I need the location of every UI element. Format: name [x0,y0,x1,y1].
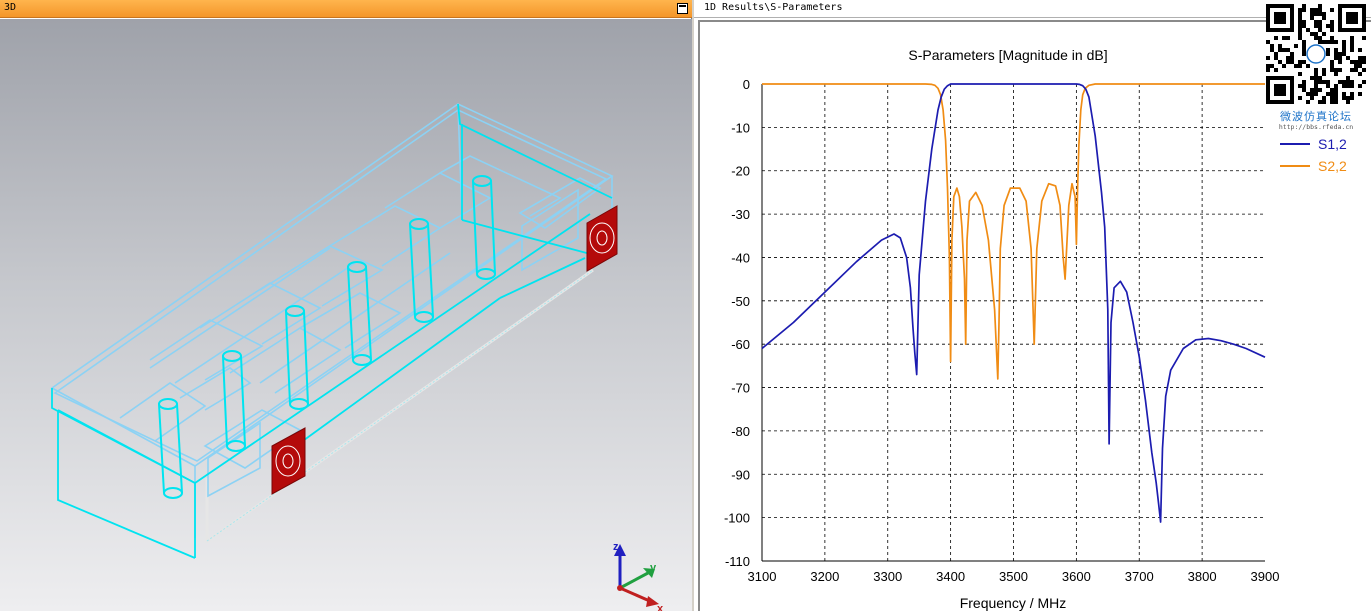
maximize-icon[interactable] [677,3,688,14]
x-tick-label: 3800 [1188,569,1217,584]
3d-view-window[interactable]: 3D z y x [0,0,692,611]
3d-window-titlebar[interactable]: 3D [0,0,692,18]
3d-viewport[interactable]: z y x [0,19,692,611]
y-tick-label: -20 [731,164,750,179]
y-tick-label: -30 [731,207,750,222]
x-tick-label: 3900 [1251,569,1280,584]
y-tick-label: -60 [731,337,750,352]
qr-code-icon [1266,4,1366,104]
chart-grid [761,84,1265,562]
y-tick-label: -10 [731,120,750,135]
3d-window-title: 3D [4,2,17,13]
x-tick-label: 3300 [873,569,902,584]
y-tick-label: -110 [725,554,750,569]
port-2-icon[interactable] [586,205,618,272]
chart-ticks: 3100 3200 3300 3400 3500 3600 3700 3800 3900 0 -10… [724,77,1279,584]
y-tick-label: 0 [743,77,750,92]
legend-label[interactable]: S2,2 [1318,158,1347,174]
y-tick-label: -50 [731,294,750,309]
port-icon[interactable] [271,427,306,495]
watermark: 微波仿真论坛 http://bbs.rfeda.cn [1266,4,1366,132]
1d-window-title: 1D Results\S-Parameters [704,2,843,13]
chart-title: S-Parameters [Magnitude in dB] [908,47,1107,63]
axis-triad-icon: z y x [613,541,664,611]
watermark-name: 微波仿真论坛 [1280,110,1352,123]
x-tick-label: 3500 [999,569,1028,584]
x-tick-label: 3100 [748,569,777,584]
chart-legend[interactable]: S1,2 S2,2 [1280,136,1347,174]
enclosure-bright-edges [51,103,613,559]
x-tick-label: 3400 [936,569,965,584]
y-tick-label: -40 [731,250,750,265]
filter-3d-model[interactable]: z y x [0,19,692,611]
chart-xlabel: Frequency / MHz [960,595,1067,611]
y-tick-label: -70 [731,381,750,396]
axis-z-label: z [613,541,619,553]
x-tick-label: 3600 [1062,569,1091,584]
x-tick-label: 3700 [1125,569,1154,584]
y-tick-label: -100 [724,511,750,526]
enclosure-wireframe [50,103,614,538]
legend-label[interactable]: S1,2 [1318,136,1347,152]
x-tick-label: 3200 [810,569,839,584]
axis-x-label: x [657,603,664,611]
y-tick-label: -80 [731,424,750,439]
axis-y-label: y [650,562,657,574]
y-tick-label: -90 [731,467,750,482]
watermark-url: http://bbs.rfeda.cn [1278,123,1354,131]
